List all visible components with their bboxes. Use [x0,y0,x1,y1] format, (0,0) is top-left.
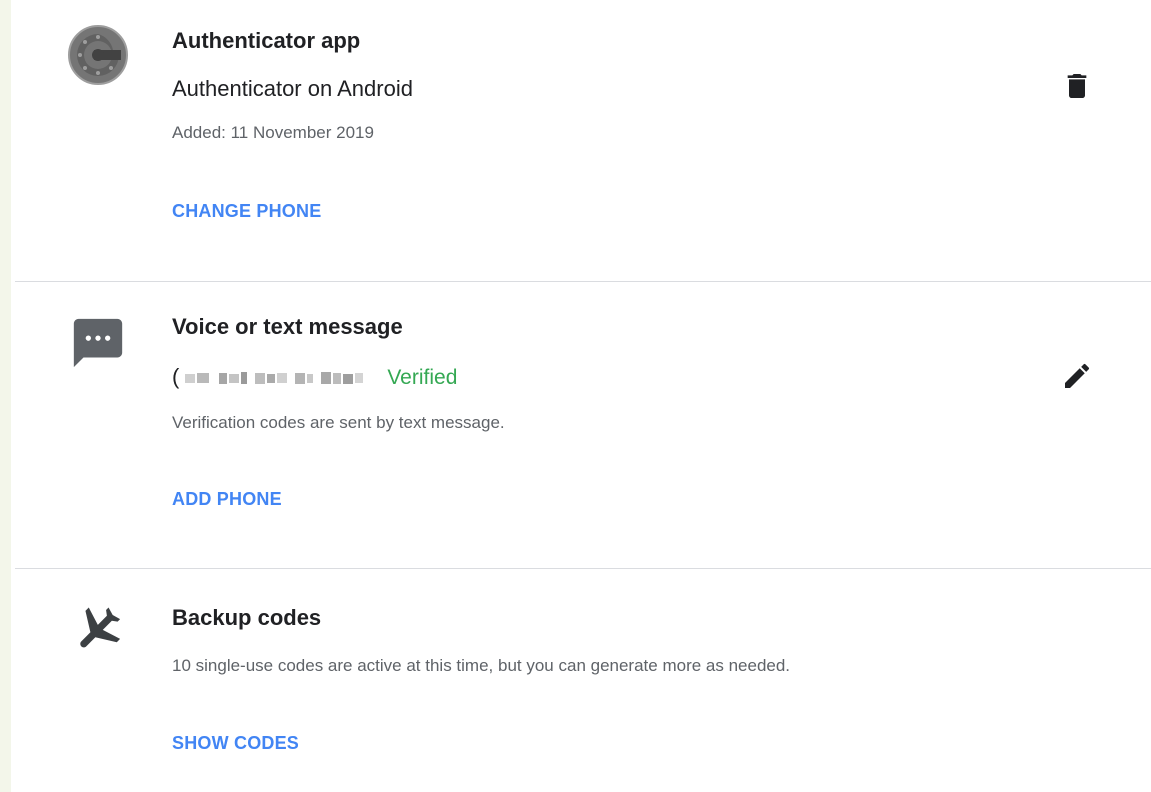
phone-prefix: ( [172,364,180,389]
authenticator-title: Authenticator app [172,28,361,53]
change-phone-button[interactable]: CHANGE PHONE [172,200,321,222]
phone-number-row: ( Verified [172,364,457,391]
backup-codes-description: 10 single-use codes are active at this t… [172,656,791,675]
authenticator-device-name: Authenticator on Android [172,76,413,101]
authenticator-added-date: Added: 11 November 2019 [172,123,374,142]
two-step-verification-card: Authenticator app Authenticator on Andro… [11,0,1151,792]
airplane-icon [80,607,121,648]
voice-text-section: Voice or text message ( Verified Verific… [11,282,1151,568]
authenticator-section: Authenticator app Authenticator on Andro… [11,0,1151,281]
voice-text-title: Voice or text message [172,314,403,339]
add-phone-button[interactable]: ADD PHONE [172,488,282,510]
backup-codes-title: Backup codes [172,605,322,630]
verified-badge: Verified [387,366,458,389]
masked-phone-number [185,372,364,385]
pencil-icon[interactable] [1061,360,1093,392]
backup-codes-section: Backup codes 10 single-use codes are act… [11,569,1151,792]
trash-icon[interactable] [1061,70,1093,102]
google-authenticator-icon [68,25,128,85]
voice-text-description: Verification codes are sent by text mess… [172,413,505,432]
message-icon [73,318,123,368]
show-codes-button[interactable]: SHOW CODES [172,732,299,754]
